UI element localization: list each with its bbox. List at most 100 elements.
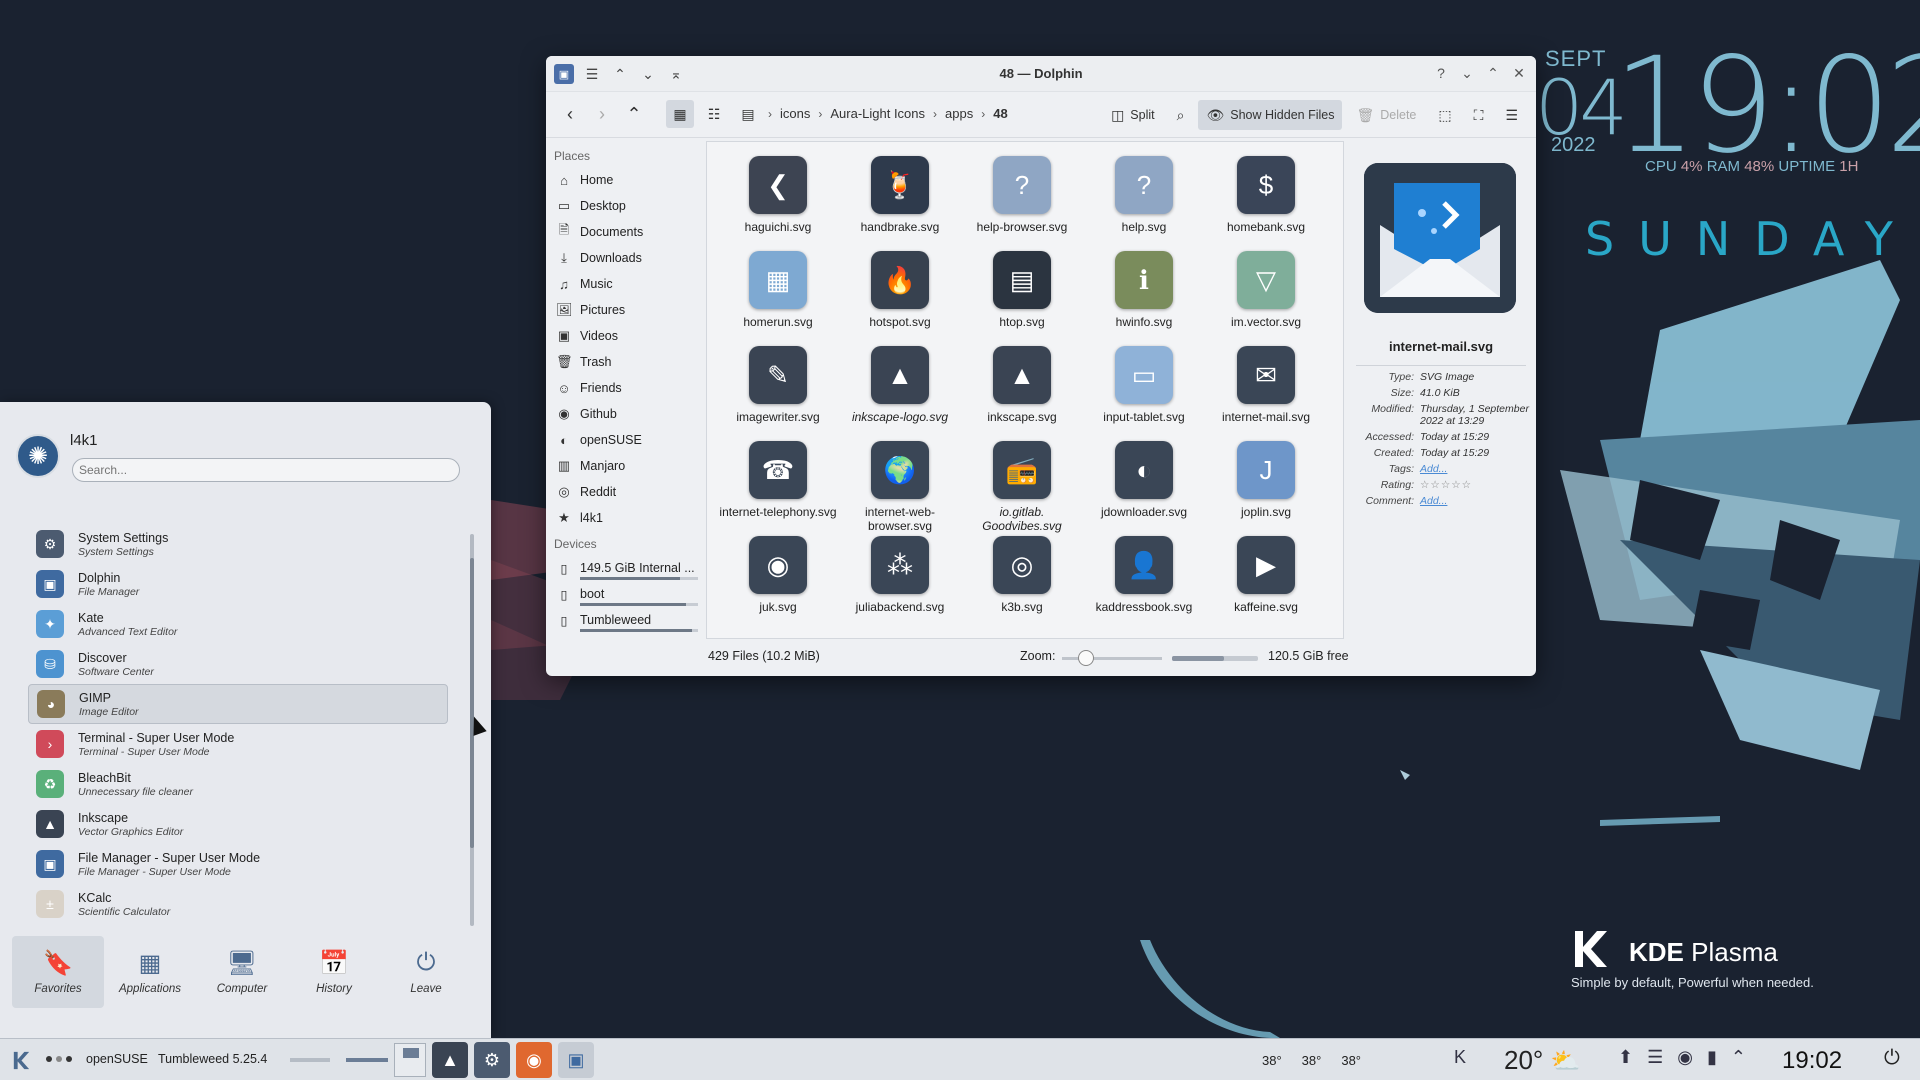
file-item[interactable]: 👤 kaddressbook.svg bbox=[1083, 536, 1205, 631]
delete-button[interactable]: 🗑 Delete bbox=[1348, 100, 1424, 130]
app-item-gimp[interactable]: ◕ GIMP Image Editor bbox=[28, 684, 448, 724]
file-item[interactable]: ▭ input-tablet.svg bbox=[1083, 346, 1205, 441]
file-item[interactable]: ✎ imagewriter.svg bbox=[717, 346, 839, 441]
sidebar-item-documents[interactable]: 🗎 Documents bbox=[554, 219, 698, 245]
forward-icon[interactable]: › bbox=[592, 104, 612, 125]
add-tags-link[interactable]: Add... bbox=[1420, 463, 1536, 475]
show-hidden-files-button[interactable]: 👁 Show Hidden Files bbox=[1198, 100, 1343, 130]
pager-bar[interactable] bbox=[290, 1058, 330, 1062]
sidebar-item-home[interactable]: ⌂ Home bbox=[554, 167, 698, 193]
app-item-kate[interactable]: ✦ Kate Advanced Text Editor bbox=[28, 604, 448, 644]
add-comment-link[interactable]: Add... bbox=[1420, 495, 1536, 507]
window-titlebar[interactable]: ▣ ☰ ⌃ ⌄ ⌅ 48 — Dolphin ? ⌄ ⌃ ✕ bbox=[546, 56, 1536, 92]
app-item-bleachbit[interactable]: ♻ BleachBit Unnecessary file cleaner bbox=[28, 764, 448, 804]
file-view[interactable]: ❮ haguichi.svg 🍹 handbrake.svg? help-browser… bbox=[706, 141, 1344, 639]
sidebar-item-videos[interactable]: ▣ Videos bbox=[554, 323, 698, 349]
settings-task-icon[interactable]: ⚙ bbox=[474, 1042, 510, 1078]
weather-temp[interactable]: 20° ⛅ bbox=[1504, 1045, 1580, 1076]
back-icon[interactable]: ‹ bbox=[560, 104, 580, 125]
chevron-up-icon[interactable]: ⌃ bbox=[1731, 1047, 1746, 1068]
file-item[interactable]: ❮ haguichi.svg bbox=[717, 156, 839, 251]
device-item[interactable]: ▯ Tumbleweed bbox=[554, 607, 698, 633]
file-item[interactable]: 🍹 handbrake.svg bbox=[839, 156, 961, 251]
file-item[interactable]: ▲ inkscape-logo.svg bbox=[839, 346, 961, 441]
icons-view-icon[interactable]: ▦ bbox=[666, 100, 694, 128]
file-item[interactable]: ☎ internet-telephony.svg bbox=[717, 441, 839, 536]
app-item-terminal-super-user-mode[interactable]: › Terminal - Super User Mode Terminal - Su… bbox=[28, 724, 448, 764]
device-item[interactable]: ▯ boot bbox=[554, 581, 698, 607]
app-item-system-settings[interactable]: ⚙ System Settings System Settings bbox=[28, 524, 448, 564]
search-button[interactable]: ⌕ bbox=[1169, 100, 1193, 130]
file-item[interactable]: ✉ internet-mail.svg bbox=[1205, 346, 1327, 441]
up-icon[interactable]: ⌃ bbox=[624, 104, 644, 125]
app-item-file-manager-super-user-mode[interactable]: ▣ File Manager - Super User Mode File Mana… bbox=[28, 844, 448, 884]
avatar[interactable]: ✺ bbox=[16, 434, 60, 478]
sidebar-item-manjaro[interactable]: ▥ Manjaro bbox=[554, 453, 698, 479]
help-icon[interactable]: ? bbox=[1432, 64, 1450, 82]
select-button[interactable]: ⬚ bbox=[1430, 100, 1459, 130]
sidebar-item-reddit[interactable]: ◎ Reddit bbox=[554, 479, 698, 505]
app-item-dolphin[interactable]: ▣ Dolphin File Manager bbox=[28, 564, 448, 604]
firefox-task-icon[interactable]: ◉ bbox=[516, 1042, 552, 1078]
file-item[interactable]: 📻 io.gitlab. Goodvibes.svg bbox=[961, 441, 1083, 536]
launcher-search-box[interactable] bbox=[72, 458, 460, 482]
file-item[interactable]: ◉ juk.svg bbox=[717, 536, 839, 631]
app-item-discover[interactable]: ⛁ Discover Software Center bbox=[28, 644, 448, 684]
tab-applications[interactable]: ▦ Applications bbox=[104, 936, 196, 1008]
activity-dots[interactable] bbox=[46, 1056, 72, 1062]
file-item[interactable]: ? help-browser.svg bbox=[961, 156, 1083, 251]
sidebar-item-friends[interactable]: ☺ Friends bbox=[554, 375, 698, 401]
tab-leave[interactable]: ⏻ Leave bbox=[380, 936, 472, 1008]
app-item-inkscape[interactable]: ▲ Inkscape Vector Graphics Editor bbox=[28, 804, 448, 844]
file-item[interactable]: ◎ k3b.svg bbox=[961, 536, 1083, 631]
breadcrumb-current[interactable]: 48 bbox=[993, 106, 1007, 121]
power-icon[interactable]: ⏻ bbox=[1884, 1047, 1900, 1070]
breadcrumb-item[interactable]: apps bbox=[945, 106, 973, 121]
zoom-slider[interactable] bbox=[1062, 650, 1162, 666]
hamburger-menu-button[interactable]: ☰ bbox=[1497, 100, 1526, 130]
sidebar-item-trash[interactable]: 🗑 Trash bbox=[554, 349, 698, 375]
search-input[interactable] bbox=[77, 459, 459, 481]
file-item[interactable]: ⁂ juliabackend.svg bbox=[839, 536, 961, 631]
compact-view-icon[interactable]: ☷ bbox=[700, 100, 728, 128]
sidebar-item-music[interactable]: ♫ Music bbox=[554, 271, 698, 297]
tab-history[interactable]: 📅 History bbox=[288, 936, 380, 1008]
close-icon[interactable]: ✕ bbox=[1510, 64, 1528, 82]
fit-button[interactable]: ⛶ bbox=[1466, 100, 1492, 130]
file-item[interactable]: 🌍 internet-web-browser.svg bbox=[839, 441, 961, 536]
file-item[interactable]: ℹ hwinfo.svg bbox=[1083, 251, 1205, 346]
split-button[interactable]: ◫ Split bbox=[1103, 100, 1163, 130]
device-item[interactable]: ▯ 149.5 GiB Internal ... bbox=[554, 555, 698, 581]
file-item[interactable]: ▦ homerun.svg bbox=[717, 251, 839, 346]
launcher-scrollbar-thumb[interactable] bbox=[470, 558, 474, 848]
dolphin-window[interactable]: ▣ ☰ ⌃ ⌄ ⌅ 48 — Dolphin ? ⌄ ⌃ ✕ ‹ › ⌃ ▦ ☷… bbox=[546, 56, 1536, 676]
file-item[interactable]: ▲ inkscape.svg bbox=[961, 346, 1083, 441]
eye-icon[interactable]: ◉ bbox=[1677, 1047, 1693, 1068]
clipboard-icon[interactable]: ☰ bbox=[1647, 1047, 1663, 1068]
pager-bar-active[interactable] bbox=[346, 1058, 388, 1062]
breadcrumb-item[interactable]: icons bbox=[780, 106, 810, 121]
tab-favorites[interactable]: 🔖 Favorites bbox=[12, 936, 104, 1008]
file-item[interactable]: ? help.svg bbox=[1083, 156, 1205, 251]
file-item[interactable]: $ homebank.svg bbox=[1205, 156, 1327, 251]
maximize-icon[interactable]: ⌃ bbox=[1484, 64, 1502, 82]
dolphin-task-icon[interactable]: ▣ bbox=[558, 1042, 594, 1078]
update-icon[interactable]: ⬆ bbox=[1618, 1047, 1633, 1068]
sidebar-item-opensuse[interactable]: ◐ openSUSE bbox=[554, 427, 698, 453]
file-item[interactable]: ▤ htop.svg bbox=[961, 251, 1083, 346]
zoom-slider-handle[interactable] bbox=[1078, 650, 1094, 666]
sidebar-item-downloads[interactable]: ⤓ Downloads bbox=[554, 245, 698, 271]
file-item[interactable]: 🔥 hotspot.svg bbox=[839, 251, 961, 346]
taskbar-clock[interactable]: 19:02 bbox=[1782, 1047, 1842, 1075]
file-item[interactable]: ▽ im.vector.svg bbox=[1205, 251, 1327, 346]
minimize-icon[interactable]: ⌄ bbox=[1458, 64, 1476, 82]
sidebar-item-l4k1[interactable]: ★ l4k1 bbox=[554, 505, 698, 531]
virtual-desktop[interactable] bbox=[394, 1043, 426, 1077]
sidebar-item-desktop[interactable]: ▭ Desktop bbox=[554, 193, 698, 219]
rating-stars[interactable]: ☆☆☆☆☆ bbox=[1420, 479, 1536, 491]
inkscape-task-icon[interactable]: ▲ bbox=[432, 1042, 468, 1078]
file-item[interactable]: ▶ kaffeine.svg bbox=[1205, 536, 1327, 631]
breadcrumb-item[interactable]: Aura-Light Icons bbox=[830, 106, 925, 121]
tab-computer[interactable]: 🖥 Computer bbox=[196, 936, 288, 1008]
launcher-button[interactable] bbox=[8, 1047, 34, 1073]
